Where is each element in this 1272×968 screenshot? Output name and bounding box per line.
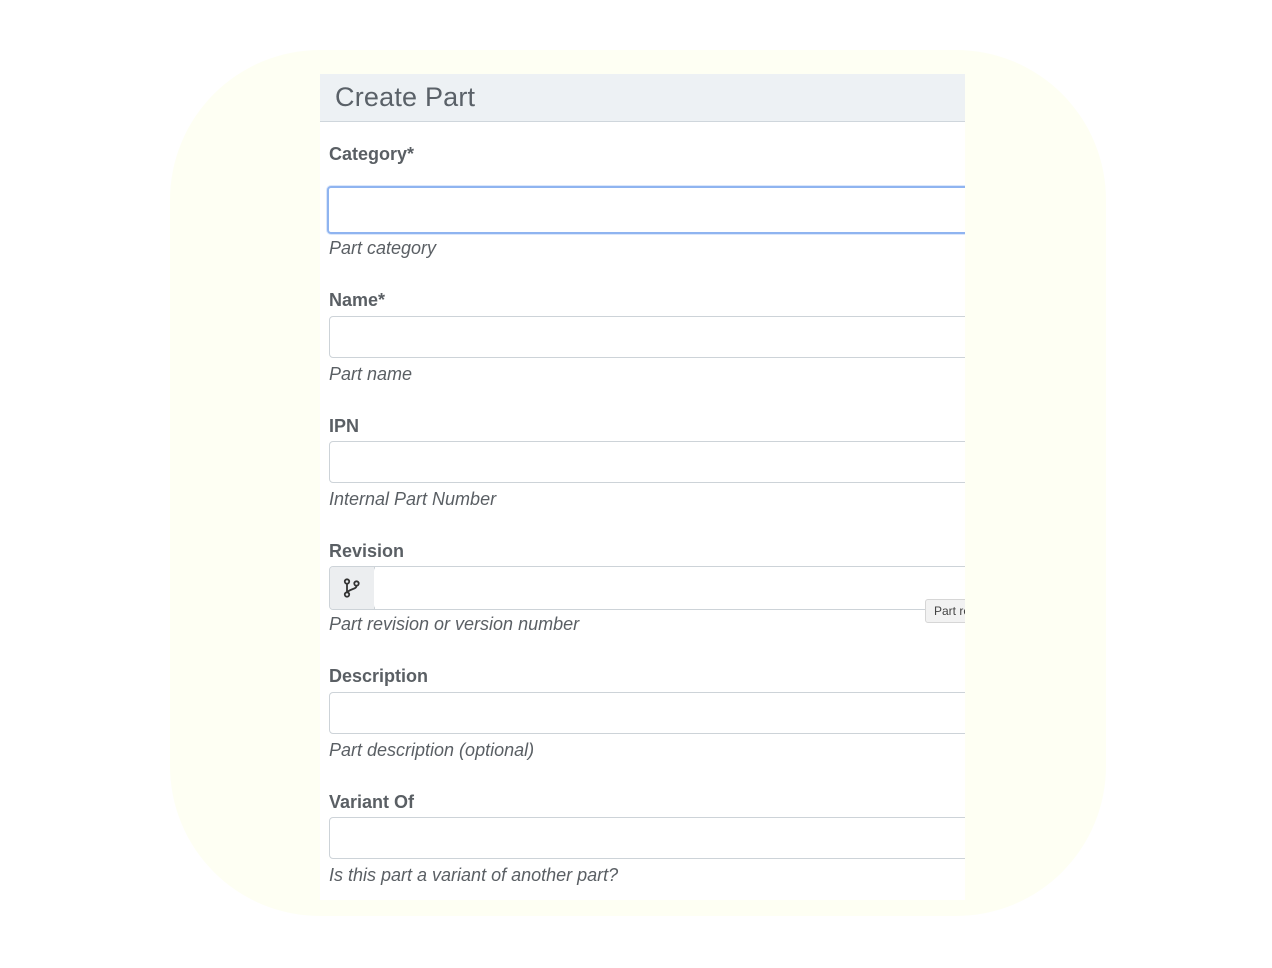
description-help: Part description (optional) — [329, 740, 535, 760]
variant-of-input[interactable] — [329, 817, 965, 859]
ipn-input[interactable] — [329, 441, 965, 483]
revision-tooltip: Part revision or version number — [925, 599, 965, 623]
code-branch-icon — [330, 567, 375, 609]
name-input[interactable] — [329, 316, 965, 358]
create-part-modal: Create Part Category* Part category Name… — [320, 74, 965, 900]
variant-of-label: Variant Of — [329, 792, 415, 812]
variant-of-help: Is this part a variant of another part? — [329, 865, 619, 885]
name-help: Part name — [329, 364, 413, 384]
revision-label: Revision — [329, 541, 405, 561]
description-input[interactable] — [329, 692, 965, 734]
modal-header: Create Part — [320, 74, 965, 122]
category-help: Part category — [329, 238, 437, 258]
name-label: Name* — [329, 290, 386, 310]
revision-input-group — [329, 566, 965, 610]
revision-help: Part revision or version number — [329, 614, 580, 634]
ipn-help: Internal Part Number — [329, 489, 497, 509]
category-label: Category* — [329, 144, 415, 164]
modal-title: Create Part — [335, 82, 476, 112]
category-input[interactable] — [327, 186, 965, 234]
revision-input[interactable] — [374, 567, 965, 609]
ipn-label: IPN — [329, 416, 360, 436]
description-label: Description — [329, 666, 429, 686]
